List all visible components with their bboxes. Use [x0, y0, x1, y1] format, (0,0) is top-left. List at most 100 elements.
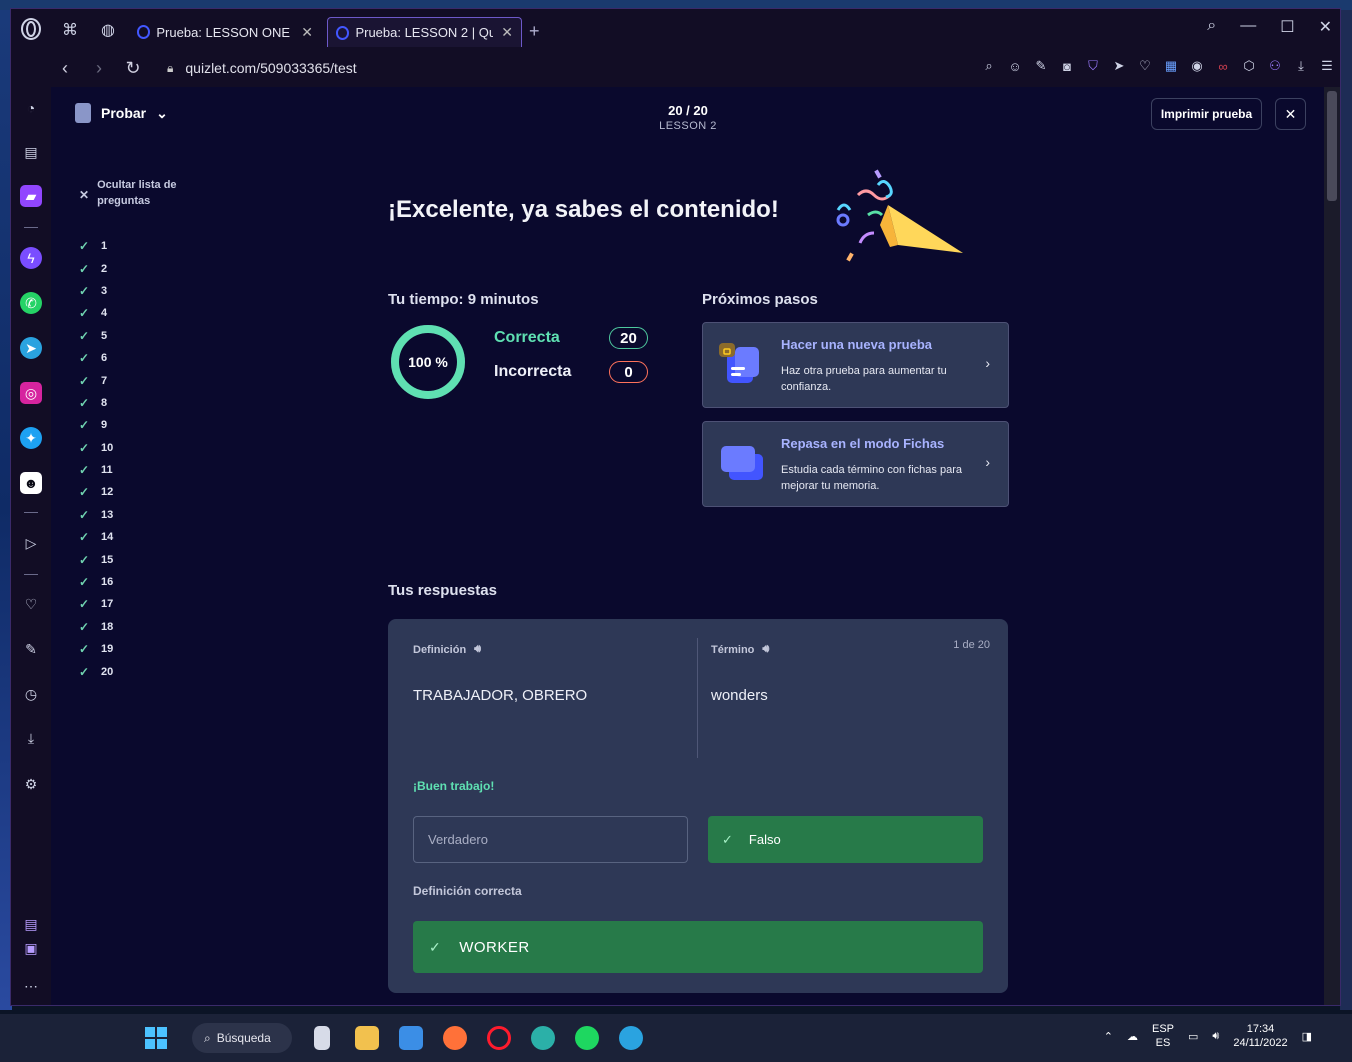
question-list-item[interactable]: ✓ 10 [79, 437, 113, 459]
whatsapp-icon[interactable]: ✆ [20, 292, 42, 314]
speaker-icon[interactable]: 🔊︎ [474, 643, 481, 656]
notification-icon[interactable]: ◨ [1302, 1030, 1312, 1043]
opera-logo-icon[interactable] [19, 17, 43, 41]
clock[interactable]: 17:34 24/11/2022 [1233, 1022, 1287, 1050]
twitter-icon[interactable]: ✦ [20, 427, 42, 449]
taskbar-search[interactable]: ⌕ Búsqueda [192, 1023, 292, 1053]
option-false[interactable]: ✓ Falso [708, 816, 983, 863]
translate-icon[interactable]: ▦ [1163, 58, 1179, 74]
file-explorer-icon[interactable] [355, 1026, 379, 1050]
gamepad-icon[interactable]: ⌘ [59, 19, 81, 41]
twitch-icon[interactable]: ▰ [20, 185, 42, 207]
question-list-item[interactable]: ✓ 19 [79, 638, 113, 660]
firefox-icon[interactable] [443, 1026, 467, 1050]
flashcards-card[interactable]: Repasa en el modo Fichas Estudia cada té… [702, 421, 1009, 507]
question-list-item[interactable]: ✓ 4 [79, 302, 113, 324]
question-list-item[interactable]: ✓ 11 [79, 459, 113, 481]
telegram-taskbar-icon[interactable] [619, 1026, 643, 1050]
chevron-up-icon[interactable]: ⌃ [1104, 1030, 1113, 1043]
question-list-item[interactable]: ✓ 16 [79, 571, 113, 593]
workspace-icon[interactable]: ▤ [20, 913, 42, 935]
download-icon[interactable]: ⤓ [1293, 58, 1309, 74]
cube-icon[interactable]: ⬡ [1241, 58, 1257, 74]
extension-icon[interactable]: ◉ [1189, 58, 1205, 74]
minimize-button[interactable]: — [1240, 17, 1256, 37]
check-icon: ✓ [79, 485, 90, 500]
heart-icon[interactable]: ♡ [1137, 58, 1153, 74]
start-button[interactable] [145, 1027, 167, 1049]
send-icon[interactable]: ➤ [1111, 58, 1127, 74]
forward-button[interactable]: › [85, 54, 113, 82]
tab-lesson-2[interactable]: Prueba: LESSON 2 | Quizlet ✕ [327, 17, 522, 47]
hide-question-list-toggle[interactable]: ✕ Ocultar lista de preguntas [79, 177, 187, 209]
question-list-item[interactable]: ✓ 5 [79, 325, 113, 347]
question-list-item[interactable]: ✓ 18 [79, 616, 113, 638]
language-indicator[interactable]: ESP ES [1152, 1022, 1174, 1050]
url-field[interactable]: 🔒︎ quizlet.com/509033365/test [167, 60, 357, 76]
question-list-item[interactable]: ✓ 1 [79, 235, 113, 257]
opera-taskbar-icon[interactable] [487, 1026, 511, 1050]
question-list-item[interactable]: ✓ 3 [79, 280, 113, 302]
camera-icon[interactable]: ◙ [1059, 58, 1075, 74]
question-list-item[interactable]: ✓ 6 [79, 347, 113, 369]
close-window-button[interactable]: ✕ [1319, 17, 1332, 37]
emoji-icon[interactable]: ☺ [1007, 58, 1023, 74]
discord-icon[interactable]: ☻ [20, 472, 42, 494]
profile-icon[interactable]: ⚇ [1267, 58, 1283, 74]
instagram-icon[interactable]: ◎ [20, 382, 42, 404]
player-icon[interactable]: ▷ [20, 532, 42, 554]
volume-icon[interactable]: 🔊︎ [1212, 1030, 1219, 1043]
bookmarks-icon[interactable]: ▤ [20, 141, 42, 163]
maximize-button[interactable]: ☐ [1280, 17, 1294, 37]
question-list-item[interactable]: ✓ 13 [79, 504, 113, 526]
definition-label-text: Definición [413, 643, 467, 656]
question-list-item[interactable]: ✓ 9 [79, 414, 113, 436]
workspace-2-icon[interactable]: ▣ [20, 937, 42, 959]
close-tab-icon[interactable]: ✕ [301, 24, 313, 41]
onedrive-icon[interactable]: ☁ [1127, 1030, 1138, 1043]
question-list-item[interactable]: ✓ 14 [79, 526, 113, 548]
close-tab-icon[interactable]: ✕ [501, 24, 513, 41]
shield-icon[interactable]: ⛉ [1085, 58, 1101, 74]
vpn-icon[interactable]: ∞ [1215, 58, 1231, 74]
spotify-icon[interactable] [575, 1026, 599, 1050]
edge-icon[interactable] [531, 1026, 555, 1050]
question-list-item[interactable]: ✓ 12 [79, 481, 113, 503]
incorrect-stat: Incorrecta 0 [494, 361, 648, 383]
question-list-item[interactable]: ✓ 2 [79, 257, 113, 279]
reload-button[interactable]: ↻ [119, 54, 147, 82]
option-true[interactable]: Verdadero [413, 816, 688, 863]
new-test-card[interactable]: Hacer una nueva prueba Haz otra prueba p… [702, 322, 1009, 408]
mail-icon[interactable] [399, 1026, 423, 1050]
settings-gear-icon[interactable]: ⚙ [20, 773, 42, 795]
history-icon[interactable]: ◷ [20, 683, 42, 705]
telegram-icon[interactable]: ➤ [20, 337, 42, 359]
question-list-item[interactable]: ✓ 7 [79, 369, 113, 391]
messenger-icon[interactable]: ϟ [20, 247, 42, 269]
downloads-icon[interactable]: ⤓ [20, 727, 42, 749]
question-list-item[interactable]: ✓ 20 [79, 660, 113, 682]
snap-icon[interactable]: ✎ [1033, 58, 1049, 74]
favorites-heart-icon[interactable]: ♡ [20, 593, 42, 615]
monitor-icon[interactable]: ▭ [1188, 1030, 1198, 1043]
scrollbar-thumb[interactable] [1327, 91, 1337, 201]
tab-title: Prueba: LESSON ONE | Quizlet [156, 24, 293, 40]
pinboard-icon[interactable]: ✎ [20, 638, 42, 660]
globe-icon[interactable]: ◍ [97, 19, 119, 41]
phone-link-icon[interactable] [314, 1026, 330, 1050]
search-tabs-icon[interactable]: ⌕ [1207, 17, 1216, 37]
search-icon[interactable]: ⌕ [981, 58, 997, 74]
menu-icon[interactable]: ☰ [1319, 58, 1335, 74]
print-test-button[interactable]: Imprimir prueba [1151, 98, 1262, 130]
question-list-item[interactable]: ✓ 17 [79, 593, 113, 615]
speaker-icon[interactable]: 🔊︎ [762, 643, 769, 656]
page-scrollbar[interactable] [1324, 87, 1340, 1005]
question-list-item[interactable]: ✓ 8 [79, 392, 113, 414]
back-button[interactable]: ‹ [51, 54, 79, 82]
more-icon[interactable]: ⋯ [20, 975, 42, 997]
new-tab-button[interactable]: + [529, 21, 540, 42]
tab-lesson-one[interactable]: Prueba: LESSON ONE | Quizlet ✕ [129, 17, 321, 47]
speed-dial-icon[interactable]: ◔ [20, 97, 42, 119]
close-test-button[interactable]: ✕ [1275, 98, 1306, 130]
question-list-item[interactable]: ✓ 15 [79, 548, 113, 570]
